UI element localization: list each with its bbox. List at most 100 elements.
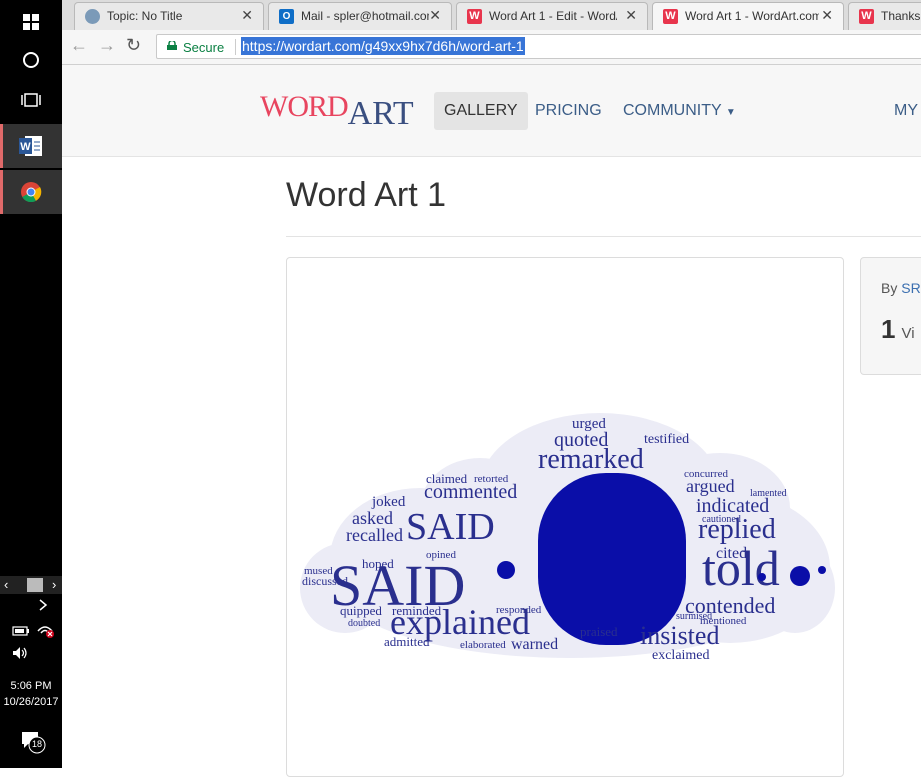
word: hoped bbox=[362, 556, 394, 571]
back-arrow-icon[interactable]: ← bbox=[70, 35, 88, 56]
word-taskbar-button[interactable]: W bbox=[0, 124, 62, 168]
word: recalled bbox=[346, 525, 403, 545]
word: elaborated bbox=[460, 639, 506, 651]
word: mused bbox=[304, 565, 333, 577]
task-view-button[interactable] bbox=[0, 78, 62, 122]
nav-community[interactable]: COMMUNITY ▼ bbox=[613, 92, 746, 130]
scroll-left-icon[interactable]: ‹ bbox=[4, 577, 8, 592]
volume-icon[interactable] bbox=[12, 646, 30, 662]
word-cloud[interactable]: SAID told explained SAID remarked replie… bbox=[300, 398, 840, 673]
author-line: By SR bbox=[881, 280, 921, 296]
chrome-app-icon bbox=[21, 182, 42, 203]
windows-taskbar: W ‹ › 5:06 PM 10/26/2017 18 bbox=[0, 0, 62, 768]
tab-thanks[interactable]: W Thanks fo bbox=[848, 2, 921, 30]
action-center-icon[interactable]: 18 bbox=[20, 728, 46, 754]
title-divider bbox=[286, 236, 921, 237]
notification-count: 18 bbox=[31, 739, 42, 749]
word: opined bbox=[426, 549, 456, 561]
word: warned bbox=[511, 636, 558, 653]
tray-scrollbar[interactable]: ‹ › bbox=[0, 576, 62, 594]
wordart-icon: W bbox=[467, 9, 482, 24]
task-view-icon bbox=[21, 93, 41, 107]
chrome-taskbar-button[interactable] bbox=[0, 170, 62, 214]
tab-wordart-edit[interactable]: W Word Art 1 - Edit - WordArt ✕ bbox=[456, 2, 648, 30]
word: reminded bbox=[392, 603, 442, 618]
wordart-logo[interactable]: WORDART bbox=[260, 87, 414, 132]
taskbar-clock[interactable]: 5:06 PM 10/26/2017 bbox=[0, 678, 62, 710]
word: SAID bbox=[406, 506, 495, 548]
word: lamented bbox=[750, 488, 787, 499]
close-icon[interactable]: ✕ bbox=[625, 7, 637, 24]
word: responded bbox=[496, 604, 542, 616]
logo-word: WORD bbox=[260, 90, 349, 123]
word: surmised bbox=[676, 611, 712, 622]
by-label: By bbox=[881, 280, 898, 296]
logo-art: ART bbox=[347, 95, 414, 132]
tab-title: Thanks fo bbox=[881, 9, 921, 23]
views-label: Vi bbox=[901, 325, 915, 342]
page-title: Word Art 1 bbox=[286, 176, 446, 214]
nav-gallery[interactable]: GALLERY bbox=[434, 92, 528, 130]
wordart-icon: W bbox=[859, 9, 874, 24]
clock-time: 5:06 PM bbox=[10, 680, 52, 692]
search-button[interactable] bbox=[0, 38, 62, 82]
author-panel: By SR 1 Vi bbox=[860, 257, 921, 375]
word: exclaimed bbox=[652, 648, 710, 663]
scroll-right-icon[interactable]: › bbox=[52, 577, 56, 592]
svg-text:W: W bbox=[20, 141, 31, 153]
browser-tab-strip: Topic: No Title ✕ O Mail - spler@hotmail… bbox=[62, 0, 921, 30]
nav-community-label: COMMUNITY bbox=[623, 102, 722, 119]
chevron-right-icon[interactable] bbox=[38, 598, 52, 614]
network-error-icon[interactable] bbox=[36, 621, 56, 639]
word: doubted bbox=[348, 618, 380, 629]
word: claimed bbox=[426, 471, 468, 486]
divider bbox=[235, 39, 236, 55]
close-icon[interactable]: ✕ bbox=[429, 7, 441, 24]
secure-label: Secure bbox=[183, 40, 225, 55]
battery-icon[interactable] bbox=[12, 624, 32, 638]
word: concurred bbox=[684, 468, 728, 480]
tab-title: Word Art 1 - WordArt.com bbox=[685, 9, 819, 23]
word: joked bbox=[371, 494, 406, 510]
views-count: 1 bbox=[881, 314, 896, 344]
tab-wordart-view[interactable]: W Word Art 1 - WordArt.com ✕ bbox=[652, 2, 844, 30]
word: cautioned bbox=[702, 514, 741, 525]
word: admitted bbox=[384, 634, 430, 649]
close-icon[interactable]: ✕ bbox=[821, 7, 833, 24]
scroll-thumb[interactable] bbox=[27, 578, 43, 592]
word: quoted bbox=[554, 429, 608, 451]
tab-topic[interactable]: Topic: No Title ✕ bbox=[74, 2, 264, 30]
windows-start-icon bbox=[23, 14, 39, 30]
word: retorted bbox=[474, 473, 509, 485]
reload-icon[interactable]: ↻ bbox=[126, 35, 141, 56]
url-text[interactable]: https://wordart.com/g49xx9hx7d6h/word-ar… bbox=[241, 37, 525, 55]
close-icon[interactable]: ✕ bbox=[241, 7, 253, 24]
tab-title: Mail - spler@hotmail.com bbox=[301, 9, 429, 23]
word: cited bbox=[716, 545, 747, 562]
author-link[interactable]: SR bbox=[901, 280, 920, 296]
word: testified bbox=[644, 432, 689, 447]
word: asked bbox=[352, 508, 393, 528]
info-icon bbox=[85, 9, 100, 24]
views-stat: 1 Vi bbox=[881, 314, 915, 345]
outlook-icon: O bbox=[279, 9, 294, 24]
tab-title: Word Art 1 - Edit - WordArt bbox=[489, 9, 617, 23]
clock-date: 10/26/2017 bbox=[3, 696, 59, 708]
nav-my[interactable]: MY bbox=[884, 92, 921, 130]
search-circle-icon bbox=[23, 52, 39, 68]
word: praised bbox=[580, 624, 618, 639]
tab-mail[interactable]: O Mail - spler@hotmail.com ✕ bbox=[268, 2, 452, 30]
caret-down-icon: ▼ bbox=[725, 107, 736, 118]
nav-pricing[interactable]: PRICING bbox=[525, 92, 612, 130]
word-app-icon: W bbox=[19, 136, 42, 156]
word: urged bbox=[572, 416, 606, 432]
address-bar[interactable]: Secure https://wordart.com/g49xx9hx7d6h/… bbox=[156, 34, 921, 59]
forward-arrow-icon[interactable]: → bbox=[98, 35, 116, 56]
site-header: WORDART GALLERY PRICING COMMUNITY ▼ MY bbox=[62, 65, 921, 157]
tab-title: Topic: No Title bbox=[107, 9, 183, 23]
wordart-icon: W bbox=[663, 9, 678, 24]
word: quipped bbox=[340, 603, 382, 618]
browser-toolbar: ← → ↻ Secure https://wordart.com/g49xx9h… bbox=[62, 30, 921, 65]
wordcloud-blob bbox=[538, 473, 686, 645]
lock-icon bbox=[167, 41, 177, 50]
